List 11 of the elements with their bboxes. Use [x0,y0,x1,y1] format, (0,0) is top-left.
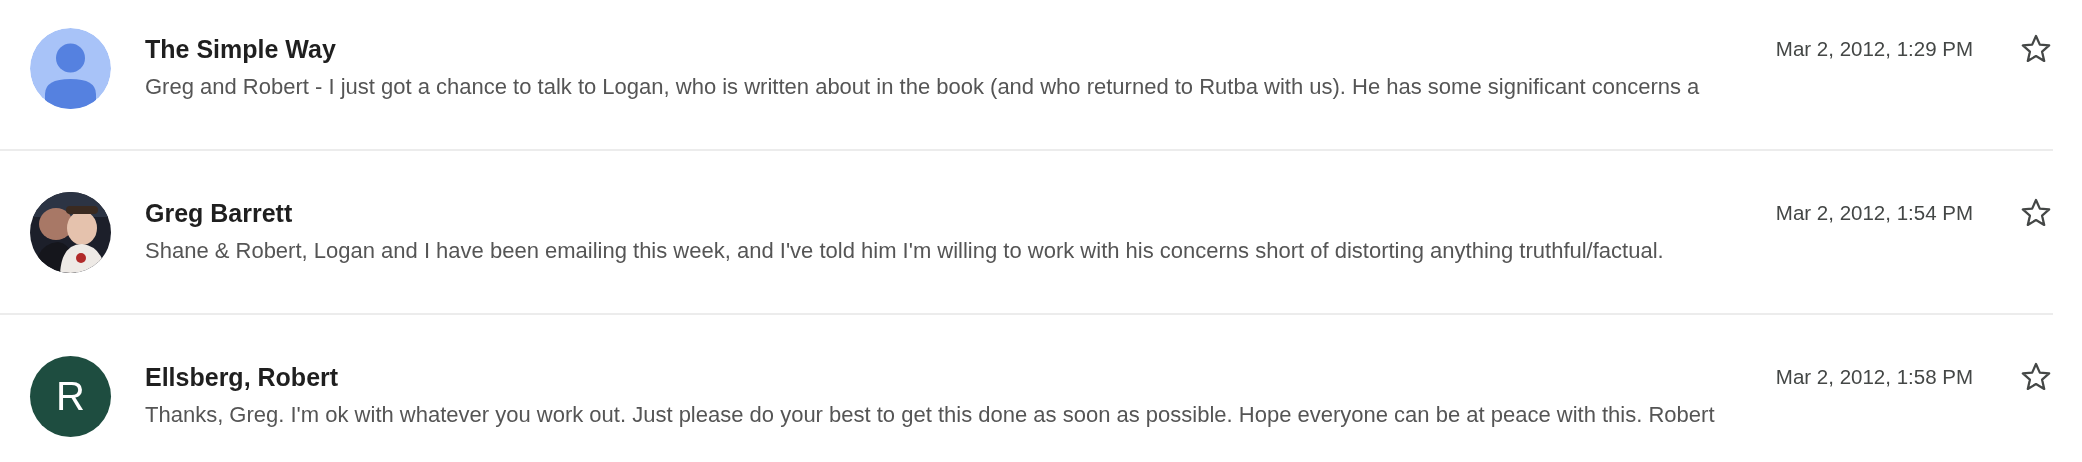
avatar-icon [30,28,111,109]
message-snippet: Shane & Robert, Logan and I have been emailing this week, and I've told him I'm willing to work with his concerns short of distorting anything truthful/factual. [145,238,1665,264]
sender-name: Ellsberg, Robert [145,362,340,392]
message-snippet: Greg and Robert - I just got a chance to talk to Logan, who is written about in the book (and who returned to Rutba with us). He has some significant concerns a [145,74,1701,100]
message-date: Mar 2, 2012, 1:54 PM [1775,201,1973,225]
message-date: Mar 2, 2012, 1:58 PM [1775,365,1973,389]
message-snippet: Thanks, Greg. I'm ok with whatever you work out. Just please do your best to get this done as soon as possible. Hope everyone can be at peace with this. Robert [145,402,1716,428]
message-date: Mar 2, 2012, 1:29 PM [1775,37,1973,61]
sender-name: Greg Barrett [145,198,294,228]
sender-name: The Simple Way [145,34,337,64]
avatar-initial: R [30,356,111,437]
